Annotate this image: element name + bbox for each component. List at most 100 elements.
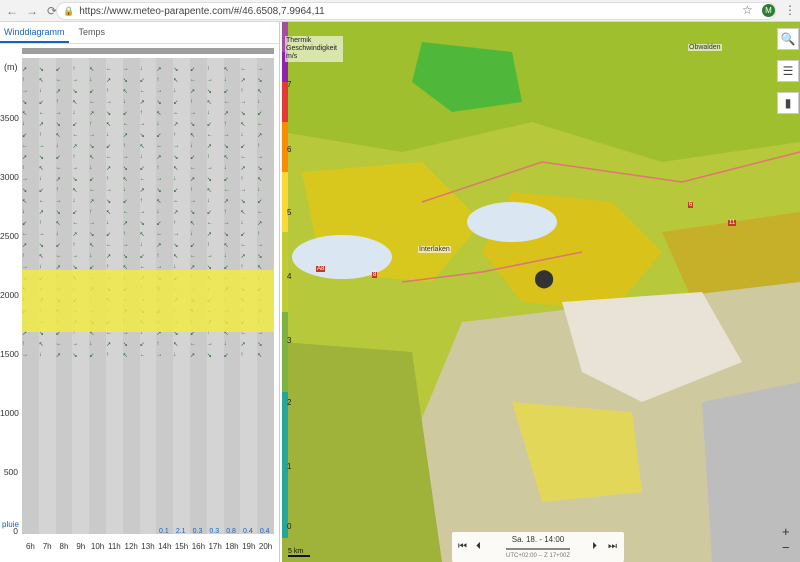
- wind-arrow-icon: ↓: [240, 132, 244, 138]
- zoom-in-button[interactable]: +: [782, 524, 790, 539]
- settings-sliders-icon[interactable]: ☰: [777, 60, 799, 82]
- wind-arrow-icon: →: [72, 253, 79, 259]
- wind-arrow-icon: ↘: [156, 100, 162, 106]
- wind-arrow-icon: ↘: [206, 353, 212, 359]
- altitude-tick: 2500: [0, 231, 19, 241]
- search-icon[interactable]: 🔍: [777, 28, 799, 50]
- wind-arrow-icon: ←: [106, 154, 112, 160]
- wind-arrow-icon: ←: [190, 341, 196, 347]
- wind-arrow-icon: ↗: [55, 353, 61, 359]
- step-forward-icon[interactable]: ⏵: [592, 541, 597, 552]
- wind-arrow-icon: ↙: [257, 111, 263, 117]
- wind-arrow-icon: ↗: [106, 254, 112, 260]
- hour-label: 20h: [258, 542, 273, 551]
- bookmark-star-icon[interactable]: ☆: [742, 3, 753, 17]
- step-back-icon[interactable]: ⏴: [476, 541, 481, 552]
- skip-to-start-icon[interactable]: ⏮: [458, 541, 467, 552]
- rain-value: 0.3: [209, 528, 220, 535]
- wind-arrow-icon: ↓: [156, 121, 160, 127]
- wind-arrow-icon: ↑: [106, 352, 109, 358]
- wind-arrow-icon: ↘: [139, 133, 145, 139]
- address-bar[interactable]: 🔒 https://www.meteo-parapente.com/#/46.6…: [56, 2, 776, 20]
- wind-arrow-icon: →: [156, 88, 163, 94]
- wind-arrow-icon: →: [106, 99, 112, 105]
- wind-arrow-icon: ←: [139, 88, 146, 94]
- wind-arrow-icon: ↙: [55, 243, 61, 249]
- time-slider[interactable]: [506, 548, 570, 550]
- back-icon[interactable]: ←: [4, 3, 20, 19]
- wind-arrow-icon: ↓: [22, 209, 25, 215]
- wind-arrow-icon: ↓: [38, 176, 42, 182]
- wind-arrow-icon: ↖: [257, 89, 263, 95]
- wind-arrow-icon: ↑: [89, 121, 93, 127]
- wind-arrow-icon: →: [38, 143, 45, 149]
- wind-arrow-icon: ↘: [72, 353, 78, 359]
- wind-arrow-icon: ↙: [122, 111, 128, 117]
- altitude-tick: 500: [3, 467, 18, 477]
- wind-arrow-icon: ↓: [55, 231, 59, 237]
- wind-arrow-icon: →: [190, 198, 196, 204]
- profile-avatar[interactable]: M: [762, 4, 775, 17]
- wind-arrow-icon: →: [206, 165, 213, 171]
- chart-icon[interactable]: ▮: [777, 92, 799, 114]
- wind-arrow-icon: ↙: [240, 144, 246, 150]
- wind-arrow-icon: →: [72, 165, 79, 171]
- wind-arrow-icon: →: [156, 176, 163, 182]
- wind-arrow-icon: ↑: [38, 220, 42, 226]
- wind-arrow-icon: ↙: [257, 199, 263, 205]
- wind-arrow-icon: ↓: [139, 242, 143, 248]
- wind-arrow-icon: ↓: [223, 77, 227, 83]
- wind-arrow-icon: ↘: [89, 232, 95, 238]
- wind-arrow-icon: ↙: [173, 100, 179, 106]
- wind-arrow-icon: ↘: [55, 122, 61, 128]
- wind-arrow-icon: ↓: [173, 176, 177, 182]
- wind-arrow-icon: ↓: [156, 209, 160, 215]
- wind-arrow-icon: ←: [223, 99, 230, 105]
- browser-toolbar: ← → ⟳ 🔒 https://www.meteo-parapente.com/…: [0, 0, 800, 22]
- wind-arrow-icon: ↙: [22, 221, 28, 227]
- wind-arrow-icon: ↗: [190, 89, 196, 95]
- wind-arrow-icon: ↓: [89, 253, 93, 259]
- wind-arrow-icon: ↑: [257, 143, 261, 149]
- rain-value: 0.1: [159, 528, 169, 535]
- wind-arrow-icon: ↖: [22, 111, 28, 117]
- wind-arrow-icon: ↘: [89, 144, 95, 150]
- map-view[interactable]: [282, 22, 800, 562]
- wind-arrow-icon: ↖: [89, 155, 95, 161]
- wind-arrow-icon: ↑: [22, 253, 25, 259]
- wind-arrow-icon: ↑: [156, 341, 160, 347]
- wind-arrow-icon: ↗: [38, 210, 44, 216]
- wind-arrow-icon: ↑: [106, 176, 109, 182]
- wind-arrow-icon: ←: [156, 231, 163, 237]
- wind-arrow-icon: ↘: [156, 188, 162, 194]
- wind-arrow-icon: ↗: [190, 177, 196, 183]
- wind-arrow-icon: →: [206, 253, 213, 259]
- wind-arrow-icon: ↗: [89, 111, 95, 117]
- terrain-map[interactable]: [282, 22, 800, 562]
- location-pin-icon[interactable]: ⬤: [534, 268, 554, 289]
- wind-arrow-icon: ↖: [38, 254, 44, 260]
- rain-value: 0.4: [259, 528, 270, 535]
- wind-arrow-icon: →: [223, 220, 230, 226]
- wind-arrow-icon: ↗: [173, 122, 179, 128]
- wind-arrow-icon: ↖: [173, 166, 179, 172]
- wind-arrow-icon: ↓: [89, 341, 93, 347]
- altitude-tick: 1000: [0, 408, 19, 418]
- wind-arrow-icon: ↖: [240, 122, 246, 128]
- wind-arrow-icon: ↓: [240, 220, 244, 226]
- wind-arrow-icon: ↘: [223, 232, 229, 238]
- wind-arrow-icon: ←: [240, 66, 247, 72]
- wind-arrow-icon: ↓: [223, 165, 227, 171]
- wind-arrow-icon: →: [139, 209, 146, 215]
- wind-arrow-icon: ↑: [223, 121, 227, 127]
- tab-temps[interactable]: Temps: [75, 22, 110, 43]
- wind-arrow-icon: →: [122, 242, 129, 248]
- wind-arrow-icon: ↙: [72, 122, 78, 128]
- zoom-out-button[interactable]: −: [782, 540, 790, 555]
- wind-arrow-icon: →: [55, 110, 62, 116]
- browser-menu-icon[interactable]: ⋮: [784, 3, 796, 17]
- skip-to-end-icon[interactable]: ⏭: [608, 541, 617, 552]
- wind-arrow-icon: ↖: [156, 199, 162, 205]
- forward-icon[interactable]: →: [24, 3, 40, 19]
- wind-arrow-icon: ↘: [223, 144, 229, 150]
